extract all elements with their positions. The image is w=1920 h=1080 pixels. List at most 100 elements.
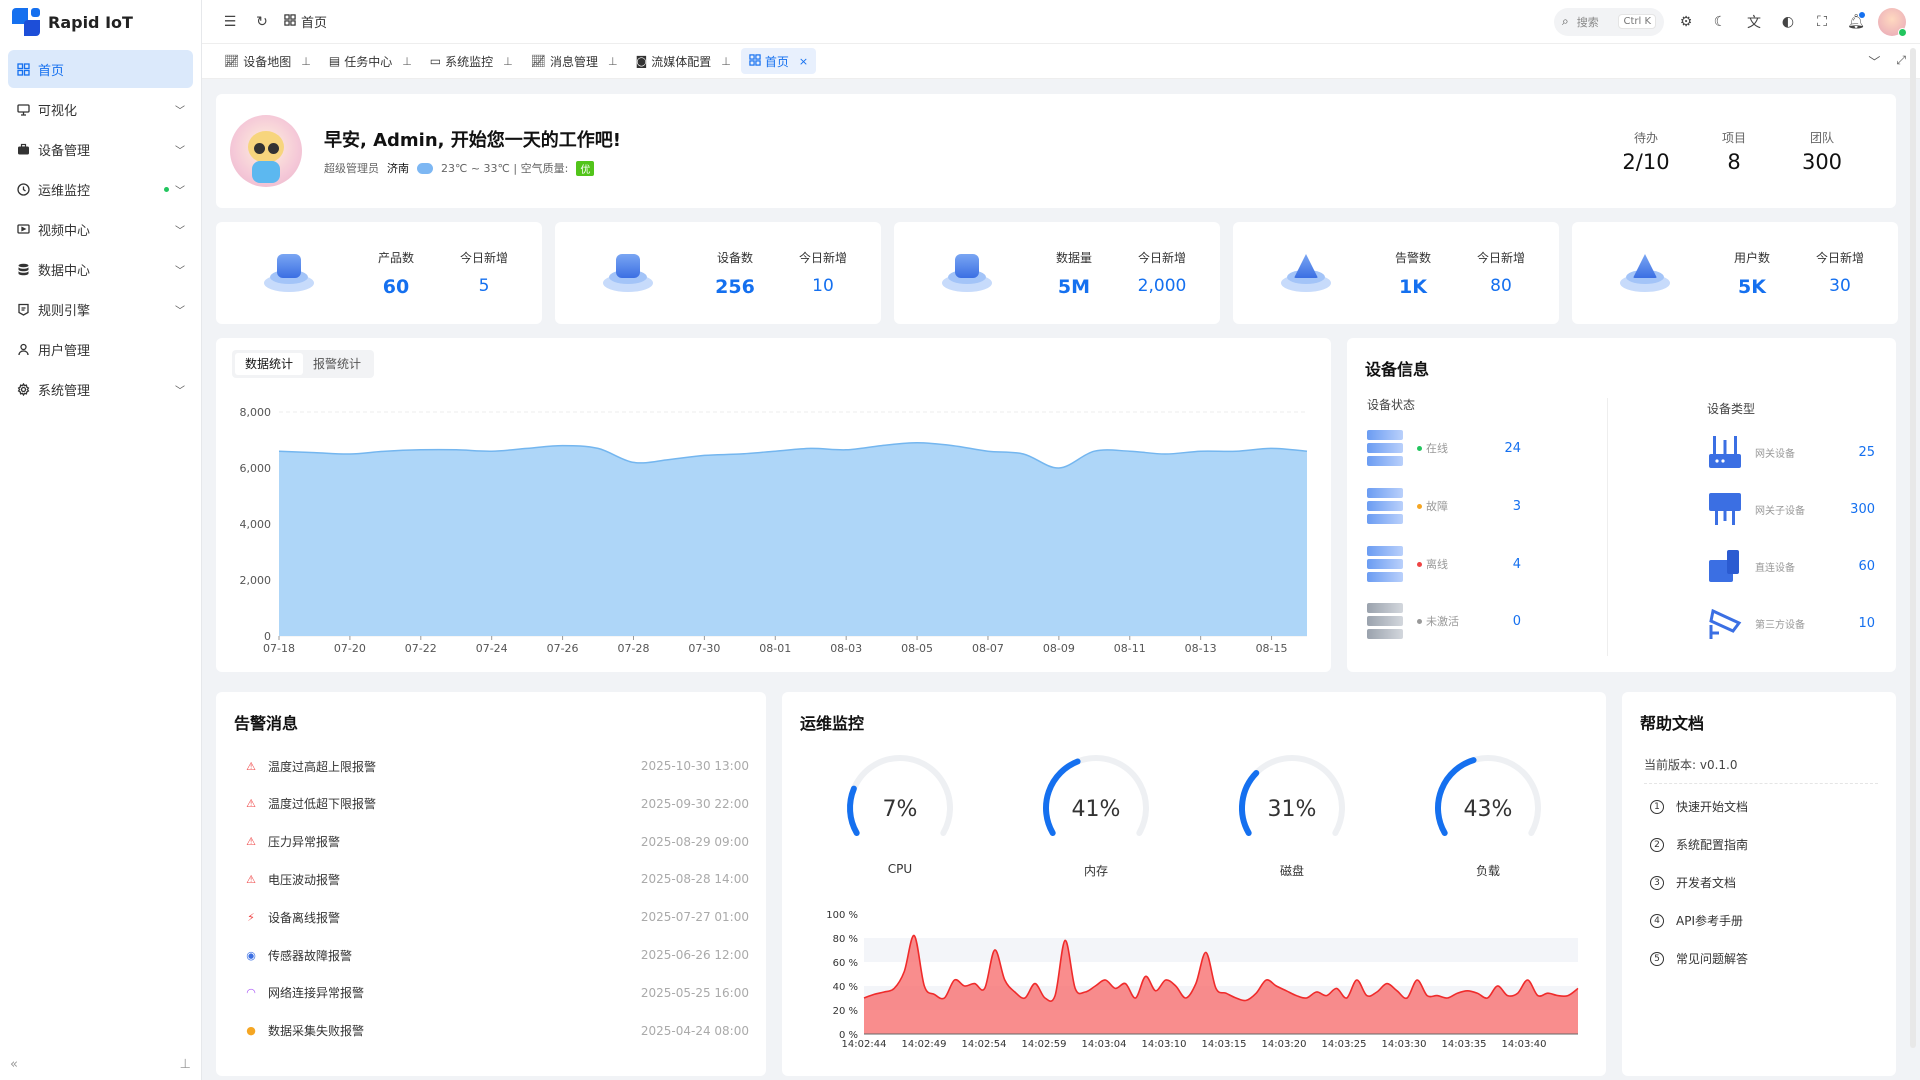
- sidebar-item-rule-engine[interactable]: 规则引擎 ﹀: [8, 290, 193, 328]
- tab-home[interactable]: 首页 ×: [740, 48, 817, 74]
- sidebar-item-ops-monitor[interactable]: 运维监控 ﹀: [8, 170, 193, 208]
- tab-message-management[interactable]: 📈︎ 消息管理 ⊥: [523, 48, 626, 74]
- pin-icon[interactable]: ⊥: [180, 1057, 191, 1072]
- stat-label: 用户数: [1733, 250, 1770, 265]
- grid-band: [864, 1010, 1578, 1034]
- stat-label: 数据量: [1055, 250, 1092, 265]
- gauge-svg: 43%: [1435, 755, 1541, 836]
- device-type-sub-device[interactable]: 网关子设备 300: [1707, 487, 1875, 531]
- help-docs-card: 帮助文档 当前版本: v0.1.0 1 快速开始文档 2 系统配置指南 3 开发者文档 4 A…: [1622, 692, 1896, 1076]
- menu-toggle-icon[interactable]: ☰: [216, 8, 244, 36]
- status-dot: [164, 186, 169, 192]
- help-item[interactable]: 5 常见问题解答: [1650, 950, 1748, 967]
- x-tick-label: 07-22: [405, 642, 437, 655]
- gauge-label: 负载: [1475, 864, 1500, 878]
- chevron-down-icon: ﹀: [175, 185, 185, 197]
- alarm-item[interactable]: ⚠ 压力异常报警 2025-08-29 09:00: [244, 830, 749, 854]
- chart-icon: 📈︎: [224, 54, 240, 68]
- chevron-down-icon[interactable]: ﹀: [1868, 53, 1880, 70]
- device-type-third-party[interactable]: 第三方设备 10: [1707, 601, 1875, 645]
- alarm-text: 传感器故障报警: [268, 948, 353, 963]
- refresh-icon[interactable]: ↻: [248, 8, 276, 36]
- card-title: 设备信息: [1365, 360, 1430, 379]
- page-scrollbar[interactable]: [1910, 48, 1916, 1048]
- tab-task-center[interactable]: ▤ 任务中心 ⊥: [321, 48, 420, 74]
- x-tick-label: 08-03: [830, 642, 862, 655]
- dark-mode-icon[interactable]: ☾: [1708, 10, 1732, 34]
- alarm-item[interactable]: ⚠ 电压波动报警 2025-08-28 14:00: [244, 867, 749, 891]
- pin-icon[interactable]: ⊥: [608, 55, 618, 68]
- device-status-offline[interactable]: 离线 4: [1367, 542, 1521, 586]
- help-item[interactable]: 3 开发者文档: [1650, 874, 1736, 891]
- series-area: [864, 935, 1578, 1034]
- notification-bell-icon[interactable]: 🔔︎: [1844, 10, 1868, 34]
- fullscreen-icon[interactable]: ⛶: [1810, 10, 1834, 34]
- search-input[interactable]: ⌕ 搜索 Ctrl K: [1554, 7, 1664, 36]
- sidebar-item-data-center[interactable]: 数据中心 ﹀: [8, 250, 193, 288]
- help-item[interactable]: 2 系统配置指南: [1650, 836, 1748, 853]
- pin-icon[interactable]: ⊥: [721, 55, 731, 68]
- device-type-label: 第三方设备: [1755, 619, 1805, 631]
- pin-icon[interactable]: ⊥: [402, 55, 412, 68]
- device-type-label: 直连设备: [1755, 562, 1795, 574]
- version-label: 当前版本:: [1644, 758, 1697, 772]
- stat-value: 5M: [1057, 275, 1091, 298]
- logo[interactable]: Rapid IoT: [0, 0, 201, 44]
- todo-stat[interactable]: 待办 2/10: [1602, 129, 1690, 174]
- help-item-label: 系统配置指南: [1676, 838, 1749, 852]
- sidebar-item-video-center[interactable]: 视频中心 ﹀: [8, 210, 193, 248]
- server-icon: [1367, 544, 1403, 584]
- stat-label: 产品数: [377, 250, 414, 265]
- grid-band: [864, 914, 1578, 938]
- alarm-item[interactable]: ⚡ 设备离线报警 2025-07-27 01:00: [244, 905, 749, 929]
- collapse-sidebar-icon[interactable]: «: [10, 1057, 18, 1072]
- breadcrumb-current[interactable]: 首页: [301, 12, 327, 31]
- sidebar-item-device-management[interactable]: 设备管理 ﹀: [8, 130, 193, 168]
- theme-icon[interactable]: ◐: [1776, 10, 1800, 34]
- device-status-online[interactable]: 在线 24: [1367, 426, 1521, 470]
- gauge-label: 磁盘: [1279, 864, 1304, 878]
- alarm-item[interactable]: ◠ 网络连接异常报警 2025-05-25 16:00: [244, 981, 749, 1005]
- tab-system-monitor[interactable]: ▭ 系统监控 ⊥: [422, 48, 521, 74]
- chevron-down-icon: ﹀: [175, 305, 185, 317]
- team-stat[interactable]: 团队 300: [1778, 129, 1866, 174]
- x-tick-label: 14:02:59: [1022, 1039, 1067, 1050]
- tab-stream-config[interactable]: ◙ 流媒体配置 ⊥: [628, 48, 739, 74]
- settings-icon[interactable]: ⚙: [1674, 10, 1698, 34]
- sidebar-item-label: 视频中心: [38, 223, 91, 239]
- sidebar-item-home[interactable]: 首页: [8, 50, 193, 88]
- tab-device-map[interactable]: 📈︎ 设备地图 ⊥: [216, 48, 319, 74]
- x-tick-label: 07-26: [547, 642, 579, 655]
- y-tick-label: 40 %: [833, 982, 858, 993]
- project-stat[interactable]: 项目 8: [1690, 129, 1778, 174]
- sidebar-item-system-management[interactable]: 系统管理 ﹀: [8, 370, 193, 408]
- close-icon[interactable]: ×: [799, 55, 808, 68]
- alarm-item[interactable]: ● 数据采集失败报警 2025-04-24 08:00: [244, 1019, 749, 1043]
- translate-icon[interactable]: 文: [1742, 10, 1766, 34]
- user-icon: [16, 342, 30, 356]
- avatar: [230, 115, 302, 187]
- user-avatar[interactable]: [1878, 7, 1907, 37]
- grid-band: [864, 962, 1578, 986]
- alarm-item[interactable]: ⚠ 温度过低超下限报警 2025-09-30 22:00: [244, 792, 749, 816]
- device-status-inactive[interactable]: 未激活 0: [1367, 599, 1521, 643]
- device-status-fault[interactable]: 故障 3: [1367, 484, 1521, 528]
- status-count: 0: [1512, 613, 1521, 629]
- pin-icon[interactable]: ⊥: [503, 55, 513, 68]
- x-tick-label: 07-18: [263, 642, 295, 655]
- device-type-direct[interactable]: 直连设备 60: [1707, 544, 1875, 588]
- alarm-item[interactable]: ◉ 传感器故障报警 2025-06-26 12:00: [244, 943, 749, 967]
- gauge-fill: [847, 785, 860, 836]
- sidebar-item-visualization[interactable]: 可视化 ﹀: [8, 90, 193, 128]
- status-count: 24: [1504, 440, 1521, 456]
- device-type-gateway[interactable]: 网关设备 25: [1707, 430, 1875, 474]
- alarm-item[interactable]: ⚠ 温度过高超上限报警 2025-10-30 13:00: [244, 754, 749, 778]
- x-tick-label: 14:03:40: [1502, 1039, 1547, 1050]
- alarm-messages-card: 告警消息 ⚠ 温度过高超上限报警 2025-10-30 13:00 ⚠ 温度过低超下限报…: [216, 692, 766, 1076]
- status-label: 故障: [1426, 500, 1448, 513]
- pin-icon[interactable]: ⊥: [301, 55, 311, 68]
- help-item[interactable]: 4 API参考手册: [1650, 912, 1743, 929]
- maximize-icon[interactable]: ⤢: [1896, 53, 1906, 70]
- sidebar-item-user-management[interactable]: 用户管理: [8, 330, 193, 368]
- help-item[interactable]: 1 快速开始文档: [1650, 798, 1748, 815]
